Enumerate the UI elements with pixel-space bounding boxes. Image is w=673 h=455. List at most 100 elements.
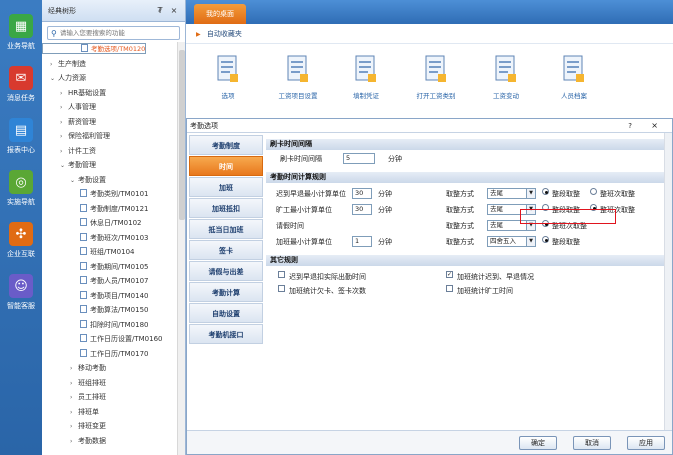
chevron-right-icon[interactable]: › [60,130,68,145]
tree-node[interactable]: › HR基础设置 [42,86,178,101]
apply-button[interactable]: 应用 [627,436,665,450]
chevron-down-icon[interactable]: ⌄ [70,174,78,189]
quick-favorites: ▶ 自动收藏夹 [186,24,673,44]
dropdown-arrow-icon[interactable]: ▼ [526,237,535,246]
tree-node[interactable]: 工作日历/TM0170 [42,347,178,362]
overtime-radio-segment[interactable] [542,236,549,243]
tree-node[interactable]: › 排班单 [42,405,178,420]
checkbox-overtime-late[interactable]: ✓ [446,271,453,278]
option-tab-7[interactable]: 考勤计算 [189,282,263,302]
rail-item-1[interactable]: ✉ 消息任务 [0,66,42,103]
rail-label: 报表中心 [7,146,35,154]
chevron-right-icon[interactable]: › [50,58,58,73]
tree-node[interactable]: › 生产制造 [42,57,178,72]
tree-node[interactable]: 考勤项目/TM0140 [42,289,178,304]
close-icon[interactable]: × [169,6,179,15]
shortcut-item[interactable]: 工资项目设置 [268,54,328,100]
option-tab-3[interactable]: 加班抵扣 [189,198,263,218]
rail-item-5[interactable]: ☺ 智能客服 [0,274,42,311]
tree-node-label: 保险福利管理 [68,132,110,140]
tree-node[interactable]: 考勤类别/TM0101 [42,187,178,202]
tree-node[interactable]: 考勤期间/TM0105 [42,260,178,275]
tree-node[interactable]: 考勤人员/TM0107 [42,274,178,289]
tree-node[interactable]: 考勤选项/TM0120 [42,43,147,54]
option-tab-1[interactable]: 时间 [189,156,263,176]
chevron-right-icon[interactable]: › [60,145,68,160]
tree-node[interactable]: › 员工排班 [42,390,178,405]
tree-node[interactable]: 工作日历设置/TM0160 [42,332,178,347]
chevron-right-icon[interactable]: › [60,116,68,131]
tree-node[interactable]: › 考勤数据 [42,434,178,449]
help-icon[interactable]: ? [628,119,632,133]
shortcut-item[interactable]: 填制凭证 [336,54,396,100]
chevron-right-icon[interactable]: › [70,391,78,406]
rail-item-4[interactable]: ✣ 企业互联 [0,222,42,259]
tree-scrollbar[interactable] [177,42,185,455]
rail-item-0[interactable]: ▦ 业务导航 [0,14,42,51]
option-tab-5[interactable]: 签卡 [189,240,263,260]
document-icon [494,54,518,84]
late-radio-segment[interactable] [542,188,549,195]
option-tab-4[interactable]: 抵当日加班 [189,219,263,239]
shortcut-item[interactable]: 选项 [198,54,258,100]
chevron-right-icon[interactable]: › [70,406,78,421]
option-tab-8[interactable]: 自助设置 [189,303,263,323]
tree-node[interactable]: › 排班变更 [42,419,178,434]
chevron-right-icon[interactable]: › [60,87,68,102]
cancel-button[interactable]: 取消 [573,436,611,450]
tree-node[interactable]: ⌄ 人力资源 [42,71,178,86]
option-tab-0[interactable]: 考勤制度 [189,135,263,155]
scroll-thumb[interactable] [179,50,185,220]
dropdown-arrow-icon[interactable]: ▼ [526,189,535,198]
checkbox-late-deduct[interactable] [278,271,285,278]
tree-node[interactable]: › 班组排班 [42,376,178,391]
tree-node[interactable]: 考勤算法/TM0150 [42,303,178,318]
tree-node[interactable]: 考勤班次/TM0103 [42,231,178,246]
chevron-right-icon[interactable]: › [60,101,68,116]
tree-node[interactable]: › 计件工资 [42,144,178,159]
late-radio-shift[interactable] [590,188,597,195]
tree-node[interactable]: › 移动考勤 [42,361,178,376]
option-tab-2[interactable]: 加班 [189,177,263,197]
late-round-select[interactable]: 去尾 ▼ [487,188,536,199]
chevron-right-icon[interactable]: › [70,377,78,392]
rail-item-2[interactable]: ▤ 报表中心 [0,118,42,155]
chevron-down-icon[interactable]: ⌄ [50,72,58,87]
tree-node[interactable]: 休息日/TM0102 [42,216,178,231]
tree-node[interactable]: 班组/TM0104 [42,245,178,260]
tree-node[interactable]: ⌄ 考勤管理 [42,158,178,173]
tree-node[interactable]: › 人事管理 [42,100,178,115]
checkbox-overtime-absent[interactable] [446,285,453,292]
rail-item-3[interactable]: ◎ 实施导航 [0,170,42,207]
shortcut-item[interactable]: 工资变动 [476,54,536,100]
absent-unit-input[interactable]: 30 [352,204,372,215]
tree-node-label: 考勤算法/TM0150 [90,306,149,314]
chevron-right-icon[interactable]: › [70,420,78,435]
dialog-close-icon[interactable]: × [651,119,658,133]
overtime-unit-input[interactable]: 1 [352,236,372,247]
shortcut-item[interactable]: 打开工资类别 [406,54,466,100]
tree-node-label: 休息日/TM0102 [90,219,142,227]
tree-node[interactable]: › 保险福利管理 [42,129,178,144]
search-box[interactable]: ⚲ [47,26,180,40]
ok-button[interactable]: 确定 [519,436,557,450]
option-tab-9[interactable]: 考勤机接口 [189,324,263,344]
chevron-right-icon[interactable]: › [70,435,78,450]
chevron-right-icon[interactable]: › [70,362,78,377]
dialog-scrollbar[interactable] [664,133,672,430]
tree-node[interactable]: 考勤制度/TM0121 [42,202,178,217]
tree-node[interactable]: ⌄ 考勤设置 [42,173,178,188]
swipe-interval-input[interactable]: 5 [343,153,375,164]
checkbox-overtime-card[interactable] [278,285,285,292]
tree-node[interactable]: 扣除时间/TM0180 [42,318,178,333]
option-tab-6[interactable]: 请假与出差 [189,261,263,281]
chevron-down-icon[interactable]: ⌄ [60,159,68,174]
pin-icon[interactable]: ₮ [155,6,165,15]
search-input[interactable] [59,29,170,37]
tab-my-desktop[interactable]: 我的桌面 [194,4,246,24]
tree-node[interactable]: › 薪资管理 [42,115,178,130]
shortcut-item[interactable]: 人员档案 [544,54,604,100]
overtime-round-select[interactable]: 四舍五入 ▼ [487,236,536,247]
late-unit-input[interactable]: 30 [352,188,372,199]
row-overtime: 加班最小计算单位 1 分钟 取整方式 四舍五入 ▼ 整段取整 [266,236,665,249]
